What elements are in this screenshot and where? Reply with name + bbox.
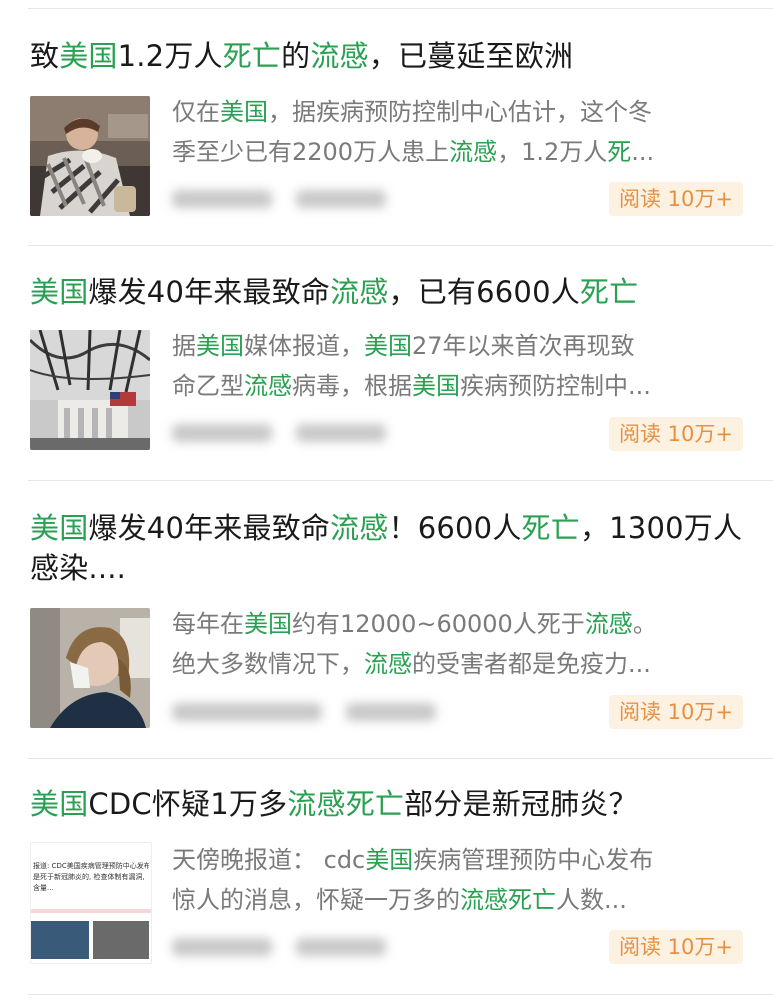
keyword-highlight: 美国 bbox=[364, 332, 412, 360]
keyword-highlight: 美国 bbox=[412, 372, 460, 400]
text-segment: 仅在 bbox=[172, 98, 220, 126]
text-segment: 媒体报道， bbox=[244, 332, 364, 360]
text-segment: 惊人的消息，怀疑一万多的 bbox=[172, 886, 460, 914]
article-thumbnail[interactable] bbox=[30, 608, 150, 728]
blurred-source-info bbox=[172, 697, 436, 727]
text-segment: 季至少已有2200万人患上 bbox=[172, 138, 450, 166]
text-segment: 。 bbox=[632, 610, 657, 638]
keyword-highlight: 流感 bbox=[330, 511, 389, 545]
divider bbox=[28, 8, 773, 9]
keyword-highlight: 美国 bbox=[196, 332, 244, 360]
text-segment: ！6600人 bbox=[388, 511, 522, 545]
thumbnail-image bbox=[93, 921, 149, 959]
thumbnail-screenshot-text: 报道: CDC美国疾病管理预防中心发布 是死于新冠肺炎的, 检查体制有漏洞, 含… bbox=[33, 862, 149, 892]
keyword-highlight: 流感死亡 bbox=[460, 886, 556, 914]
text-segment: 1.2万人 bbox=[117, 39, 223, 73]
read-count-badge: 阅读 10万+ bbox=[609, 930, 743, 964]
text-segment: 爆发40年来最致命 bbox=[88, 275, 331, 309]
keyword-highlight: 流感 bbox=[244, 372, 292, 400]
keyword-highlight: 死亡 bbox=[521, 511, 580, 545]
read-count-badge: 阅读 10万+ bbox=[609, 182, 743, 216]
text-segment: 致 bbox=[30, 39, 60, 73]
keyword-highlight: 美国 bbox=[30, 511, 89, 545]
text-segment: 疾病管理预防中心发布 bbox=[413, 846, 654, 874]
keyword-highlight: 美国 bbox=[30, 275, 89, 309]
text-segment: ，1.2万人 bbox=[497, 138, 608, 166]
text-segment: 27年以来首次再现致 bbox=[412, 332, 635, 360]
keyword-highlight: 流感 bbox=[449, 138, 498, 166]
keyword-highlight: 美国 bbox=[30, 787, 89, 821]
article-summary-line: 仅在美国，据疾病预防控制中心估计，这个冬 bbox=[172, 92, 747, 132]
keyword-highlight: 流感 bbox=[310, 39, 369, 73]
text-segment: 的 bbox=[281, 39, 311, 73]
article-summary-line: 季至少已有2200万人患上流感，1.2万人死... bbox=[172, 132, 747, 172]
text-segment: 据 bbox=[172, 332, 196, 360]
article-thumbnail[interactable] bbox=[30, 330, 150, 450]
read-count-badge: 阅读 10万+ bbox=[609, 695, 743, 729]
article-title[interactable]: 致美国1.2万人死亡的流感，已蔓延至欧洲 bbox=[30, 36, 750, 76]
text-segment: 命乙型 bbox=[172, 372, 244, 400]
text-segment: 每年在 bbox=[172, 610, 244, 638]
text-segment: ... bbox=[631, 138, 655, 166]
blurred-source-info bbox=[172, 418, 386, 448]
article-thumbnail[interactable]: 报道: CDC美国疾病管理预防中心发布 是死于新冠肺炎的, 检查体制有漏洞, 含… bbox=[30, 842, 152, 964]
keyword-highlight: 美国 bbox=[365, 846, 414, 874]
text-segment: 的受害者都是免疫力... bbox=[412, 650, 651, 678]
article-thumbnail[interactable] bbox=[30, 96, 150, 216]
divider bbox=[28, 758, 773, 759]
article-summary-line: 绝大多数情况下，流感的受害者都是免疫力... bbox=[172, 644, 747, 684]
divider bbox=[28, 480, 773, 481]
divider bbox=[28, 994, 773, 995]
text-segment: 疾病预防控制中... bbox=[460, 372, 651, 400]
text-segment: ，已蔓延至欧洲 bbox=[368, 39, 574, 73]
keyword-highlight: 美国 bbox=[59, 39, 118, 73]
keyword-highlight: 流感死亡 bbox=[287, 787, 405, 821]
keyword-highlight: 美国 bbox=[244, 610, 292, 638]
text-segment: 部分是新冠肺炎？ bbox=[404, 787, 638, 821]
text-segment: 爆发40年来最致命 bbox=[88, 511, 331, 545]
thumbnail-image bbox=[31, 921, 89, 959]
article-summary-line: 天傍晚报道： cdc美国疾病管理预防中心发布 bbox=[172, 840, 747, 880]
keyword-highlight: 流感 bbox=[364, 650, 412, 678]
keyword-highlight: 死亡 bbox=[222, 39, 282, 73]
keyword-highlight: 死 bbox=[607, 138, 632, 166]
text-segment: 天傍晚报道： cdc bbox=[172, 846, 366, 874]
text-segment: 约有12000~60000人死于 bbox=[292, 610, 585, 638]
article-summary-line: 每年在美国约有12000~60000人死于流感。 bbox=[172, 604, 747, 644]
article-summary-line: 惊人的消息，怀疑一万多的流感死亡人数... bbox=[172, 880, 747, 920]
article-title[interactable]: 美国爆发40年来最致命流感，已有6600人死亡 bbox=[30, 272, 750, 312]
blurred-source-info bbox=[172, 932, 386, 962]
article-title[interactable]: 美国爆发40年来最致命流感！6600人死亡，1300万人感染.... bbox=[30, 508, 745, 588]
article-summary-line: 据美国媒体报道，美国27年以来首次再现致 bbox=[172, 326, 747, 366]
text-segment: ，据疾病预防控制中心估计，这个冬 bbox=[268, 98, 652, 126]
keyword-highlight: 美国 bbox=[220, 98, 268, 126]
search-results-feed: 致美国1.2万人死亡的流感，已蔓延至欧洲 仅在美国，据疾病预防控制中心估计，这个… bbox=[0, 0, 773, 1000]
text-segment: 病毒，根据 bbox=[292, 372, 412, 400]
text-segment: CDC怀疑1万多 bbox=[88, 787, 288, 821]
divider bbox=[28, 245, 773, 246]
blurred-source-info bbox=[172, 184, 386, 214]
keyword-highlight: 流感 bbox=[584, 610, 633, 638]
text-segment: ，已有6600人 bbox=[388, 275, 580, 309]
article-summary-line: 命乙型流感病毒，根据美国疾病预防控制中... bbox=[172, 366, 747, 406]
read-count-badge: 阅读 10万+ bbox=[609, 417, 743, 451]
article-title[interactable]: 美国CDC怀疑1万多流感死亡部分是新冠肺炎？ bbox=[30, 784, 750, 824]
text-segment: 绝大多数情况下， bbox=[172, 650, 364, 678]
keyword-highlight: 流感 bbox=[330, 275, 389, 309]
keyword-highlight: 死亡 bbox=[579, 275, 639, 309]
text-segment: 人数... bbox=[556, 886, 627, 914]
thumbnail-bar bbox=[31, 909, 151, 913]
